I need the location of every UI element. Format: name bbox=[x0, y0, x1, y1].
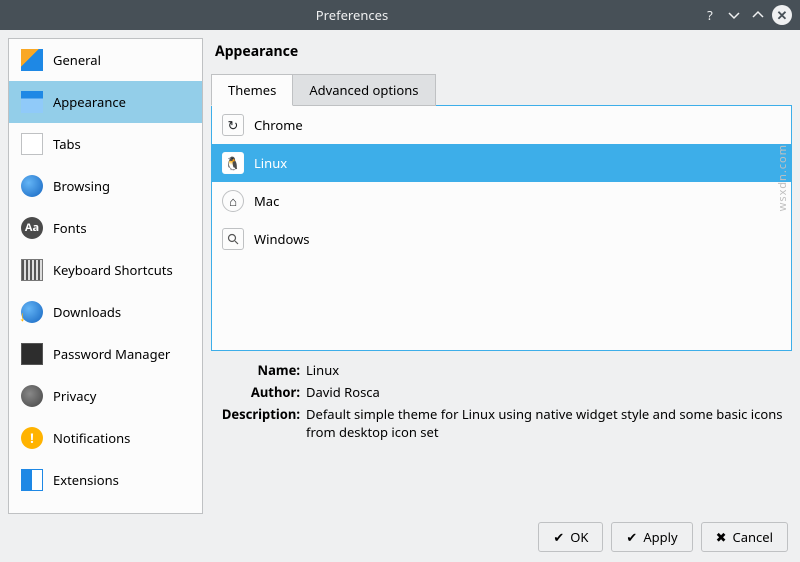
sidebar-item-tabs[interactable]: Tabs bbox=[9, 123, 202, 165]
sidebar-item-spellcheck[interactable]: A Spell Check bbox=[9, 501, 202, 514]
sidebar-item-extensions[interactable]: Extensions bbox=[9, 459, 202, 501]
theme-item-mac[interactable]: ⌂ Mac bbox=[212, 182, 791, 220]
spellcheck-icon: A bbox=[21, 511, 43, 514]
theme-item-linux[interactable]: 🐧 Linux bbox=[212, 144, 791, 182]
apply-button[interactable]: ✔ Apply bbox=[611, 522, 692, 552]
name-key: Name: bbox=[215, 361, 300, 379]
sidebar-item-label: Password Manager bbox=[53, 345, 170, 363]
check-icon: ✔ bbox=[626, 528, 637, 546]
tabs-icon bbox=[21, 133, 43, 155]
sidebar-item-label: Browsing bbox=[53, 177, 110, 195]
sidebar-item-appearance[interactable]: Appearance bbox=[9, 81, 202, 123]
sidebar-item-notifications[interactable]: ! Notifications bbox=[9, 417, 202, 459]
main-area: General Appearance Tabs Browsing Aa Fonts… bbox=[0, 30, 800, 522]
author-key: Author: bbox=[215, 383, 300, 401]
theme-item-label: Linux bbox=[254, 154, 287, 172]
sidebar-item-label: Spell Check bbox=[53, 513, 122, 514]
theme-item-label: Chrome bbox=[254, 116, 303, 134]
button-label: Apply bbox=[643, 528, 677, 546]
sidebar-item-label: Notifications bbox=[53, 429, 130, 447]
theme-item-windows[interactable]: Windows bbox=[212, 220, 791, 258]
window-title: Preferences bbox=[8, 6, 696, 24]
button-label: Cancel bbox=[733, 528, 773, 546]
maximize-icon[interactable] bbox=[748, 5, 768, 25]
sidebar-item-fonts[interactable]: Aa Fonts bbox=[9, 207, 202, 249]
extension-icon bbox=[21, 469, 43, 491]
sidebar-item-label: Appearance bbox=[53, 93, 126, 111]
search-icon bbox=[222, 228, 244, 250]
chrome-icon: ↻ bbox=[222, 114, 244, 136]
ok-button[interactable]: ✔ OK bbox=[538, 522, 603, 552]
sidebar-item-downloads[interactable]: Downloads bbox=[9, 291, 202, 333]
section-title: Appearance bbox=[215, 42, 792, 61]
tab-advanced[interactable]: Advanced options bbox=[293, 74, 435, 106]
dialog-buttons: ✔ OK ✔ Apply ✖ Cancel bbox=[0, 522, 800, 562]
watermark: wsxdn.com bbox=[775, 144, 790, 211]
sidebar-item-general[interactable]: General bbox=[9, 39, 202, 81]
theme-item-label: Mac bbox=[254, 192, 279, 210]
cancel-button[interactable]: ✖ Cancel bbox=[701, 522, 788, 552]
sidebar-item-label: Keyboard Shortcuts bbox=[53, 261, 173, 279]
sidebar-item-label: Downloads bbox=[53, 303, 121, 321]
sidebar-item-label: Fonts bbox=[53, 219, 87, 237]
titlebar: Preferences ? ✕ bbox=[0, 0, 800, 30]
sidebar-item-browsing[interactable]: Browsing bbox=[9, 165, 202, 207]
fonts-icon: Aa bbox=[21, 217, 43, 239]
close-icon: ✖ bbox=[716, 528, 727, 546]
sidebar-item-label: General bbox=[53, 51, 101, 69]
tab-themes[interactable]: Themes bbox=[211, 74, 293, 106]
check-icon: ✔ bbox=[553, 528, 564, 546]
content-pane: Appearance Themes Advanced options ↻ Chro… bbox=[211, 38, 792, 514]
description-key: Description: bbox=[215, 405, 300, 441]
help-icon[interactable]: ? bbox=[700, 5, 720, 25]
tab-label: Advanced options bbox=[309, 81, 418, 99]
button-label: OK bbox=[570, 528, 588, 546]
sidebar-item-privacy[interactable]: Privacy bbox=[9, 375, 202, 417]
globe-icon bbox=[21, 175, 43, 197]
name-value: Linux bbox=[306, 361, 788, 379]
close-icon[interactable]: ✕ bbox=[772, 5, 792, 25]
notification-icon: ! bbox=[21, 427, 43, 449]
sidebar-item-label: Tabs bbox=[53, 135, 81, 153]
privacy-icon bbox=[21, 385, 43, 407]
description-value: Default simple theme for Linux using nat… bbox=[306, 405, 788, 441]
tab-label: Themes bbox=[228, 81, 276, 99]
author-value: David Rosca bbox=[306, 383, 788, 401]
sidebar-item-keyboard[interactable]: Keyboard Shortcuts bbox=[9, 249, 202, 291]
tab-bar: Themes Advanced options bbox=[211, 73, 792, 106]
sidebar: General Appearance Tabs Browsing Aa Fonts… bbox=[8, 38, 203, 514]
sidebar-item-password[interactable]: Password Manager bbox=[9, 333, 202, 375]
minimize-icon[interactable] bbox=[724, 5, 744, 25]
password-icon bbox=[21, 343, 43, 365]
theme-item-chrome[interactable]: ↻ Chrome bbox=[212, 106, 791, 144]
keyboard-icon bbox=[21, 259, 43, 281]
appearance-icon bbox=[21, 91, 43, 113]
theme-item-label: Windows bbox=[254, 230, 310, 248]
general-icon bbox=[21, 49, 43, 71]
theme-list: ↻ Chrome 🐧 Linux ⌂ Mac Windows bbox=[211, 105, 792, 351]
download-icon bbox=[21, 301, 43, 323]
home-icon: ⌂ bbox=[222, 190, 244, 212]
sidebar-item-label: Extensions bbox=[53, 471, 119, 489]
sidebar-item-label: Privacy bbox=[53, 387, 96, 405]
theme-details: Name: Linux Author: David Rosca Descript… bbox=[215, 361, 788, 441]
tux-icon: 🐧 bbox=[222, 152, 244, 174]
